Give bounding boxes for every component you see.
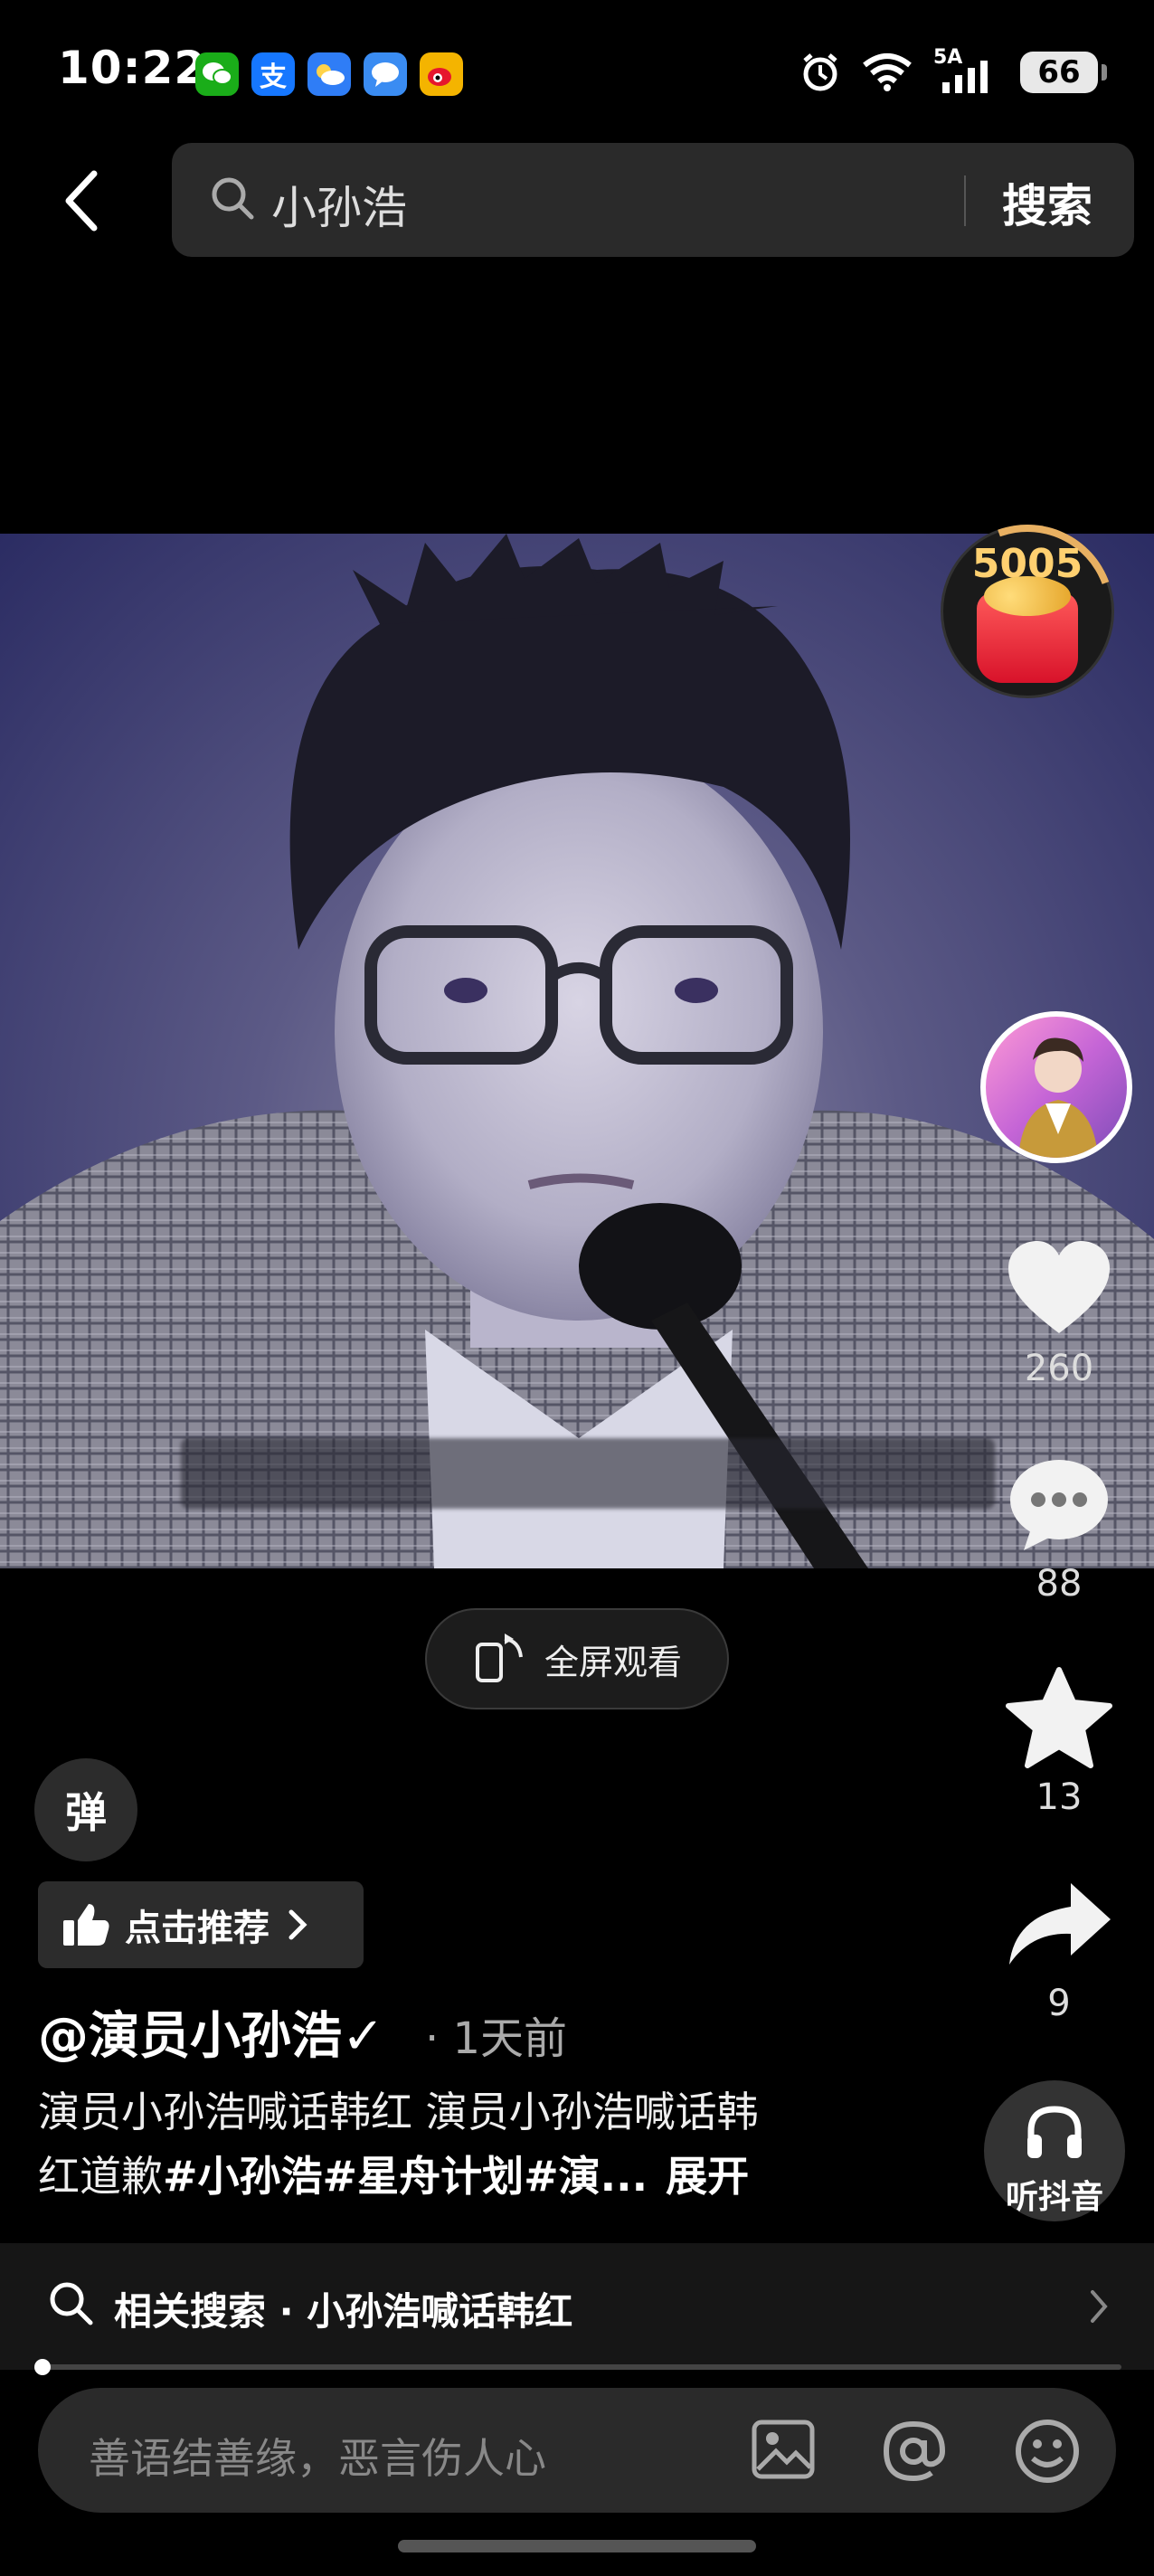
thumbs-up-icon xyxy=(63,1904,109,1946)
signal-indicator: 5A xyxy=(933,46,1000,93)
recommend-button[interactable]: 点击推荐 xyxy=(38,1881,364,1968)
like-button[interactable] xyxy=(1000,1239,1118,1339)
listen-douyin-label: 听抖音 xyxy=(1005,2179,1103,2216)
search-divider xyxy=(964,175,966,226)
search-icon xyxy=(212,177,254,220)
video-player[interactable] xyxy=(0,534,1154,1568)
author-avatar[interactable] xyxy=(980,1011,1132,1163)
expand-button[interactable]: 展开 xyxy=(666,2152,749,2201)
image-picker-icon[interactable] xyxy=(751,2417,816,2482)
author-name-link[interactable]: @演员小孙浩✓ xyxy=(38,1995,384,2069)
status-icons: 5A 66 xyxy=(799,46,1107,98)
messages-icon xyxy=(364,52,407,96)
video-subtitle-blurred xyxy=(181,1438,995,1509)
weather-icon xyxy=(307,52,351,96)
search-icon xyxy=(50,2282,93,2325)
video-frame xyxy=(0,534,1154,1568)
comment-count: 88 xyxy=(1036,1563,1083,1605)
post-time: · 1天前 xyxy=(425,2013,568,2064)
comment-icon xyxy=(1010,1460,1108,1550)
share-button[interactable] xyxy=(1000,1880,1118,1968)
headphones-icon xyxy=(1027,2106,1082,2158)
wechat-icon xyxy=(195,52,239,96)
status-time: 10:22 xyxy=(58,42,207,94)
share-arrow-icon xyxy=(1009,1883,1111,1965)
related-search-label: 相关搜索 · 小孙浩喊话韩红 xyxy=(114,2289,573,2334)
home-indicator[interactable] xyxy=(398,2540,756,2552)
red-envelope-icon xyxy=(977,576,1078,683)
recommend-label: 点击推荐 xyxy=(125,1908,270,1949)
heart-icon xyxy=(1008,1241,1110,1333)
rotate-screen-icon xyxy=(475,1634,523,1682)
wifi-icon xyxy=(863,53,912,91)
emoji-icon[interactable] xyxy=(1013,2417,1082,2486)
search-query[interactable]: 小孙浩 xyxy=(271,172,407,237)
battery-indicator: 66 xyxy=(1020,52,1107,93)
post-hashtags[interactable]: #小孙浩#星舟计划#演... xyxy=(163,2152,648,2201)
weibo-icon xyxy=(420,52,463,96)
comment-button[interactable] xyxy=(1000,1456,1118,1554)
danmu-toggle-button[interactable]: 弹 xyxy=(34,1758,137,1861)
danmu-label: 弹 xyxy=(65,1788,107,1837)
video-progress-handle[interactable] xyxy=(34,2359,51,2375)
alarm-icon xyxy=(803,53,837,91)
post-description-line2: 红道歉#小孙浩#星舟计划#演... 展开 xyxy=(38,2144,749,2203)
back-button[interactable] xyxy=(54,163,109,239)
favorite-button[interactable] xyxy=(1000,1666,1118,1771)
post-description-line1: 演员小孙浩喊话韩红 演员小孙浩喊话韩 xyxy=(38,2088,759,2136)
avatar-image xyxy=(1018,1037,1098,1158)
chevron-left-icon xyxy=(65,170,98,232)
chevron-right-icon xyxy=(1091,2290,1108,2323)
mention-icon[interactable] xyxy=(879,2417,948,2486)
star-icon xyxy=(1006,1667,1112,1768)
fullscreen-button[interactable]: 全屏观看 xyxy=(425,1608,729,1709)
favorite-count: 13 xyxy=(1036,1776,1083,1818)
search-button[interactable]: 搜索 xyxy=(1002,170,1093,235)
comment-placeholder: 善语结善缘，恶言伤人心 xyxy=(89,2434,546,2483)
video-progress-bar[interactable] xyxy=(40,2364,1121,2370)
alipay-icon: 支 xyxy=(251,52,295,96)
post-description-text: 红道歉 xyxy=(38,2152,163,2201)
fullscreen-label: 全屏观看 xyxy=(544,1642,682,1682)
share-count: 9 xyxy=(1047,1983,1071,2024)
signal-bars-icon xyxy=(942,61,988,93)
like-count: 260 xyxy=(1024,1348,1094,1389)
chevron-right-icon xyxy=(288,1909,307,1940)
